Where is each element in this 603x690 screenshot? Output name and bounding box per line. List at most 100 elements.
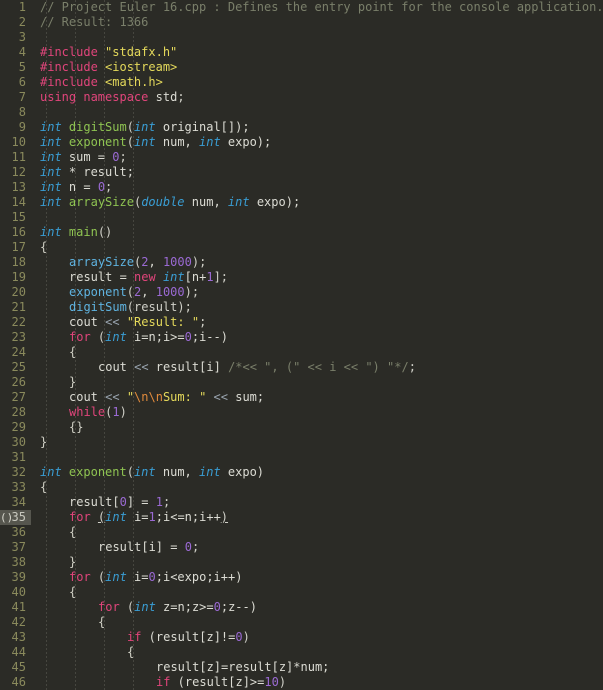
code-text[interactable]: {} — [69, 420, 83, 435]
code-text[interactable]: #include <iostream> — [40, 60, 177, 75]
code-line[interactable]: 38} — [0, 555, 603, 570]
code-text[interactable]: for (int i=1;i<=n;i++) — [69, 510, 228, 525]
code-line[interactable]: 28 while(1) — [0, 405, 603, 420]
code-line[interactable]: 6 #include <math.h> — [0, 75, 603, 90]
code-line[interactable]: 13 int n = 0; — [0, 180, 603, 195]
code-line[interactable]: 9 int digitSum(int original[]); — [0, 120, 603, 135]
code-line[interactable]: 24 { — [0, 345, 603, 360]
code-text[interactable]: int main() — [40, 225, 112, 240]
token-num: 1000 — [155, 285, 185, 299]
code-line[interactable]: 18 arraySize(2, 1000); — [0, 255, 603, 270]
code-line[interactable]: 37 result[i] = 0; — [0, 540, 603, 555]
code-line[interactable]: 11 int sum = 0; — [0, 150, 603, 165]
token-type: int — [199, 465, 221, 479]
code-line[interactable]: 10 int exponent(int num, int expo); — [0, 135, 603, 150]
code-line[interactable]: 26} — [0, 375, 603, 390]
code-line[interactable]: 32 int exponent(int num, int expo) — [0, 465, 603, 480]
code-line[interactable]: 42 { — [0, 615, 603, 630]
code-line[interactable]: 15 — [0, 210, 603, 225]
code-text[interactable]: int arraySize(double num, int expo); — [40, 195, 300, 210]
code-text[interactable]: result[z]=result[z]*num; — [156, 660, 329, 675]
code-line[interactable]: 21 digitSum(result); — [0, 300, 603, 315]
code-line[interactable]: 27 cout << "\n\nSum: " << sum; — [0, 390, 603, 405]
code-line[interactable]: 46 if (result[z]>=10) — [0, 675, 603, 690]
token-plain: (result[z]!= — [141, 630, 236, 644]
code-text[interactable]: if (result[z]!=0) — [127, 630, 250, 645]
code-text[interactable]: { — [127, 645, 134, 660]
code-line[interactable]: 14 int arraySize(double num, int expo); — [0, 195, 603, 210]
token-kw: if — [156, 675, 171, 689]
code-text[interactable]: int exponent(int num, int expo) — [40, 465, 264, 480]
code-text[interactable]: cout << "\n\nSum: " << sum; — [69, 390, 264, 405]
code-editor[interactable]: 1 // Project Euler 16.cpp : Defines the e… — [0, 0, 603, 690]
code-text[interactable]: arraySize(2, 1000); — [69, 255, 206, 270]
code-text[interactable]: if (result[z]>=10) — [156, 675, 286, 690]
code-text[interactable]: { — [40, 480, 47, 495]
code-line[interactable]: 44 { — [0, 645, 603, 660]
code-text[interactable]: for (int i=n;i>=0;i--) — [69, 330, 228, 345]
code-text[interactable]: int sum = 0; — [40, 150, 127, 165]
code-line[interactable]: 5 #include <iostream> — [0, 60, 603, 75]
code-text[interactable]: } — [69, 375, 76, 390]
code-text[interactable]: // Result: 1366 — [40, 15, 148, 30]
code-line[interactable]: 8 — [0, 105, 603, 120]
code-text[interactable]: digitSum(result); — [69, 300, 192, 315]
code-text[interactable]: cout << "Result: "; — [69, 315, 206, 330]
code-line[interactable]: 31 — [0, 450, 603, 465]
code-line[interactable]: 17 { — [0, 240, 603, 255]
line-number: 14 — [11, 195, 26, 209]
code-text[interactable]: { — [69, 525, 76, 540]
token-call: digitSum — [69, 300, 127, 314]
code-line[interactable]: 22 cout << "Result: "; — [0, 315, 603, 330]
code-text[interactable]: { — [40, 240, 47, 255]
code-text[interactable]: { — [98, 615, 105, 630]
code-line[interactable]: 16 int main() — [0, 225, 603, 240]
code-line[interactable]: 39 for (int i=0;i<expo;i++) — [0, 570, 603, 585]
line-number: 20 — [11, 285, 26, 299]
code-line[interactable]: 43 if (result[z]!=0) — [0, 630, 603, 645]
code-line[interactable]: () 35 for (int i=1;i<=n;i++) — [0, 510, 603, 525]
code-line[interactable]: 7 using namespace std; — [0, 90, 603, 105]
code-line[interactable]: 12 int * result; — [0, 165, 603, 180]
code-text[interactable]: while(1) — [69, 405, 127, 420]
code-text[interactable]: using namespace std; — [40, 90, 185, 105]
code-text[interactable]: int digitSum(int original[]); — [40, 120, 250, 135]
code-text[interactable]: result = new int[n+1]; — [69, 270, 228, 285]
code-line[interactable]: 20 exponent(2, 1000); — [0, 285, 603, 300]
code-text[interactable]: } — [69, 555, 76, 570]
code-line[interactable]: 45 result[z]=result[z]*num; — [0, 660, 603, 675]
code-text[interactable]: #include <math.h> — [40, 75, 163, 90]
code-line[interactable]: 41 for (int z=n;z>=0;z--) — [0, 600, 603, 615]
code-text[interactable]: for (int z=n;z>=0;z--) — [98, 600, 257, 615]
code-text[interactable]: result[i] = 0; — [98, 540, 199, 555]
code-line[interactable]: 1 // Project Euler 16.cpp : Defines the e… — [0, 0, 603, 15]
code-line[interactable]: 3 — [0, 30, 603, 45]
code-line[interactable]: 19 result = new int[n+1]; — [0, 270, 603, 285]
code-line[interactable]: 40 { — [0, 585, 603, 600]
code-text[interactable]: int exponent(int num, int expo); — [40, 135, 271, 150]
code-text[interactable]: { — [69, 585, 76, 600]
code-line[interactable]: 30} — [0, 435, 603, 450]
code-text[interactable]: // Project Euler 16.cpp : Defines the en… — [40, 0, 603, 15]
code-line[interactable]: 29 {} — [0, 420, 603, 435]
code-line[interactable]: 34 result[0] = 1; — [0, 495, 603, 510]
code-text[interactable]: for (int i=0;i<expo;i++) — [69, 570, 242, 585]
code-line[interactable]: 36 { — [0, 525, 603, 540]
code-line[interactable]: 4 #include "stdafx.h" — [0, 45, 603, 60]
code-text[interactable]: int n = 0; — [40, 180, 112, 195]
code-line[interactable]: 23 for (int i=n;i>=0;i--) — [0, 330, 603, 345]
code-text[interactable]: } — [40, 435, 47, 450]
code-text[interactable]: result[0] = 1; — [69, 495, 170, 510]
code-text[interactable]: #include "stdafx.h" — [40, 45, 177, 60]
code-line[interactable]: 25 cout << result[i] /*<< ", (" << i << "… — [0, 360, 603, 375]
token-str: "Result: " — [126, 315, 200, 329]
token-op: << — [134, 360, 149, 374]
code-text[interactable]: cout << result[i] /*<< ", (" << i << ") … — [98, 360, 416, 375]
code-line[interactable]: 33 { — [0, 480, 603, 495]
code-text[interactable]: int * result; — [40, 165, 134, 180]
code-text[interactable]: { — [69, 345, 76, 360]
code-line[interactable]: 2 // Result: 1366 — [0, 15, 603, 30]
code-text[interactable]: exponent(2, 1000); — [69, 285, 199, 300]
line-number: 34 — [11, 495, 26, 509]
